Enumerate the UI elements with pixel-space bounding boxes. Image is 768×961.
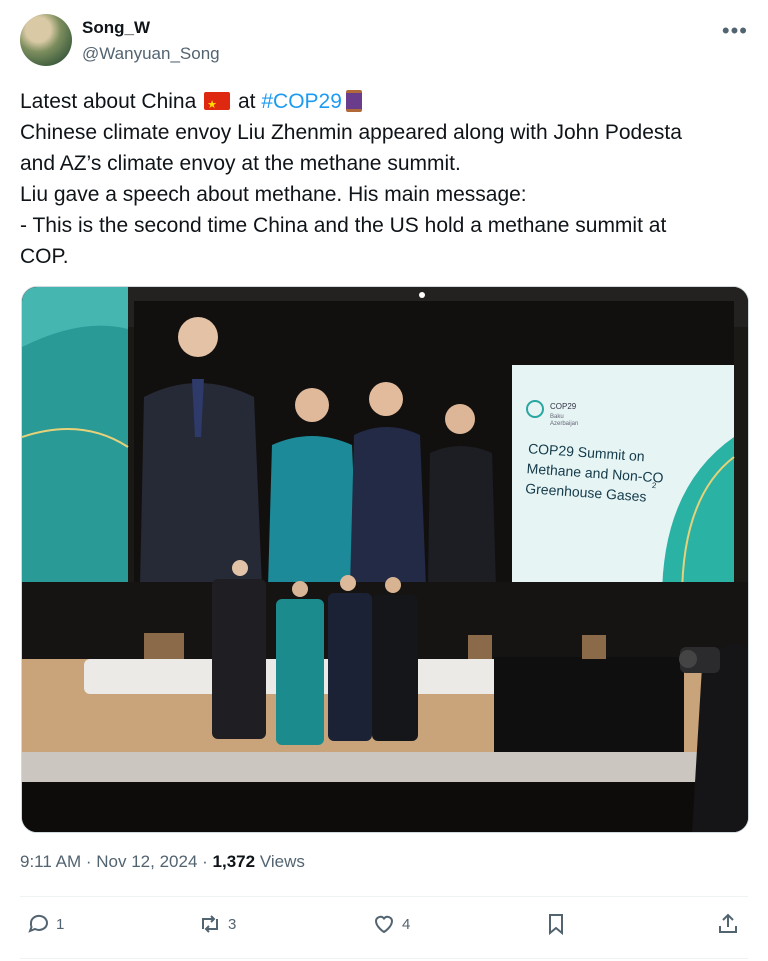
tweet-line-5: - This is the second time China and the … [20,214,667,237]
share-icon [719,913,737,933]
bookmark-icon [549,914,563,936]
tweet-line1-mid: at [237,90,256,113]
tweet-photo[interactable]: COP29 Baku Azerbaijan COP29 Summit on Me… [21,286,749,833]
reply-count: 1 [56,915,65,933]
bookmark-button[interactable] [544,912,568,936]
reply-icon [28,914,48,933]
china-flag-icon [204,90,231,121]
thread-spool-icon [345,90,362,112]
like-count: 4 [402,915,411,933]
screen-logo-sub2: Azerbaijan [550,421,578,427]
tweet-line-4: Liu gave a speech about methane. His mai… [20,183,527,206]
reply-button[interactable]: 1 [26,912,64,936]
tweet-line1-prefix: Latest about China [20,90,197,113]
tweet-line-6: COP. [20,245,69,268]
retweet-count: 3 [228,915,237,933]
screen-logo-sub1: Baku [550,414,564,420]
meta-separator-1: · [85,852,92,871]
tweet-line-2: Chinese climate envoy Liu Zhenmin appear… [20,121,682,144]
avatar[interactable] [20,14,72,66]
tweet-date[interactable]: Nov 12, 2024 [96,852,197,871]
share-button[interactable] [716,912,740,936]
like-button[interactable]: 4 [372,912,410,936]
more-dots-icon[interactable]: ••• [722,18,748,44]
action-bar: 1 3 4 [20,912,748,948]
screen-logo: COP29 [550,402,577,411]
tweet-header: Song_W @Wanyuan_Song ••• [20,14,748,70]
retweet-button[interactable]: 3 [198,912,236,936]
author-name[interactable]: Song_W [82,18,150,38]
hashtag-link[interactable]: #COP29 [261,90,342,113]
divider-bottom [20,958,748,959]
tweet-meta: 9:11 AM · Nov 12, 2024 · 1,372 Views [20,852,305,872]
tweet-time[interactable]: 9:11 AM [20,852,81,871]
retweet-icon [202,915,218,933]
photo-scene: COP29 Baku Azerbaijan COP29 Summit on Me… [22,287,748,832]
heart-icon [374,915,394,934]
divider-top [20,896,748,897]
views-label: Views [259,852,305,871]
tweet-line-1: Latest about China at #COP29 [20,86,748,121]
meta-separator-2: · [202,852,208,871]
author-handle[interactable]: @Wanyuan_Song [82,44,220,64]
tweet-line-3: and AZ’s climate envoy at the methane su… [20,152,461,175]
tweet-text: Latest about China at #COP29 Chinese cli… [20,86,748,272]
views-count: 1,372 [212,852,256,871]
